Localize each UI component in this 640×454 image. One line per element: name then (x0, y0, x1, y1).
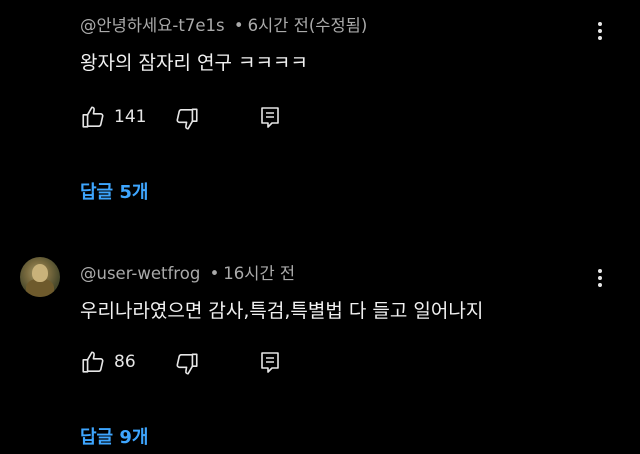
meta-separator: • (209, 264, 220, 283)
comment-text: 우리나라였으면 감사,특검,특별법 다 들고 일어나지 (80, 300, 484, 322)
thumbs-up-icon[interactable] (80, 349, 106, 379)
meta-separator: • (233, 16, 244, 35)
view-replies-button[interactable]: 답글 9개 (80, 423, 148, 449)
thumbs-down-icon[interactable] (174, 351, 200, 381)
comment-meta: @안녕하세요-t7e1s • 6시간 전(수정됨) (80, 12, 367, 36)
comment-meta: @user-wetfrog • 16시간 전 (80, 260, 295, 284)
comment-time: 6시간 전(수정됨) (247, 16, 368, 35)
like-count: 141 (114, 107, 147, 127)
comment-author[interactable]: @user-wetfrog (80, 264, 200, 283)
avatar[interactable] (20, 257, 60, 297)
comment-time: 16시간 전 (223, 264, 296, 283)
comment-text: 왕자의 잠자리 연구 ㅋㅋㅋㅋ (80, 52, 308, 74)
like-count: 86 (114, 352, 136, 372)
view-replies-button[interactable]: 답글 5개 (80, 178, 148, 204)
comment-actions: 141 (80, 104, 340, 132)
comment-item: @안녕하세요-t7e1s • 6시간 전(수정됨) 왕자의 잠자리 연구 ㅋㅋㅋㅋ… (0, 0, 640, 215)
thumbs-up-icon[interactable] (80, 104, 106, 134)
comment-actions: 86 (80, 349, 340, 377)
comment-author[interactable]: @안녕하세요-t7e1s (80, 16, 225, 35)
reply-icon[interactable] (258, 350, 282, 380)
reply-icon[interactable] (258, 105, 282, 135)
more-vertical-icon[interactable] (588, 265, 612, 291)
more-vertical-icon[interactable] (588, 18, 612, 44)
thumbs-down-icon[interactable] (174, 106, 200, 136)
comment-item: @user-wetfrog • 16시간 전 우리나라였으면 감사,특검,특별법 … (0, 243, 640, 454)
